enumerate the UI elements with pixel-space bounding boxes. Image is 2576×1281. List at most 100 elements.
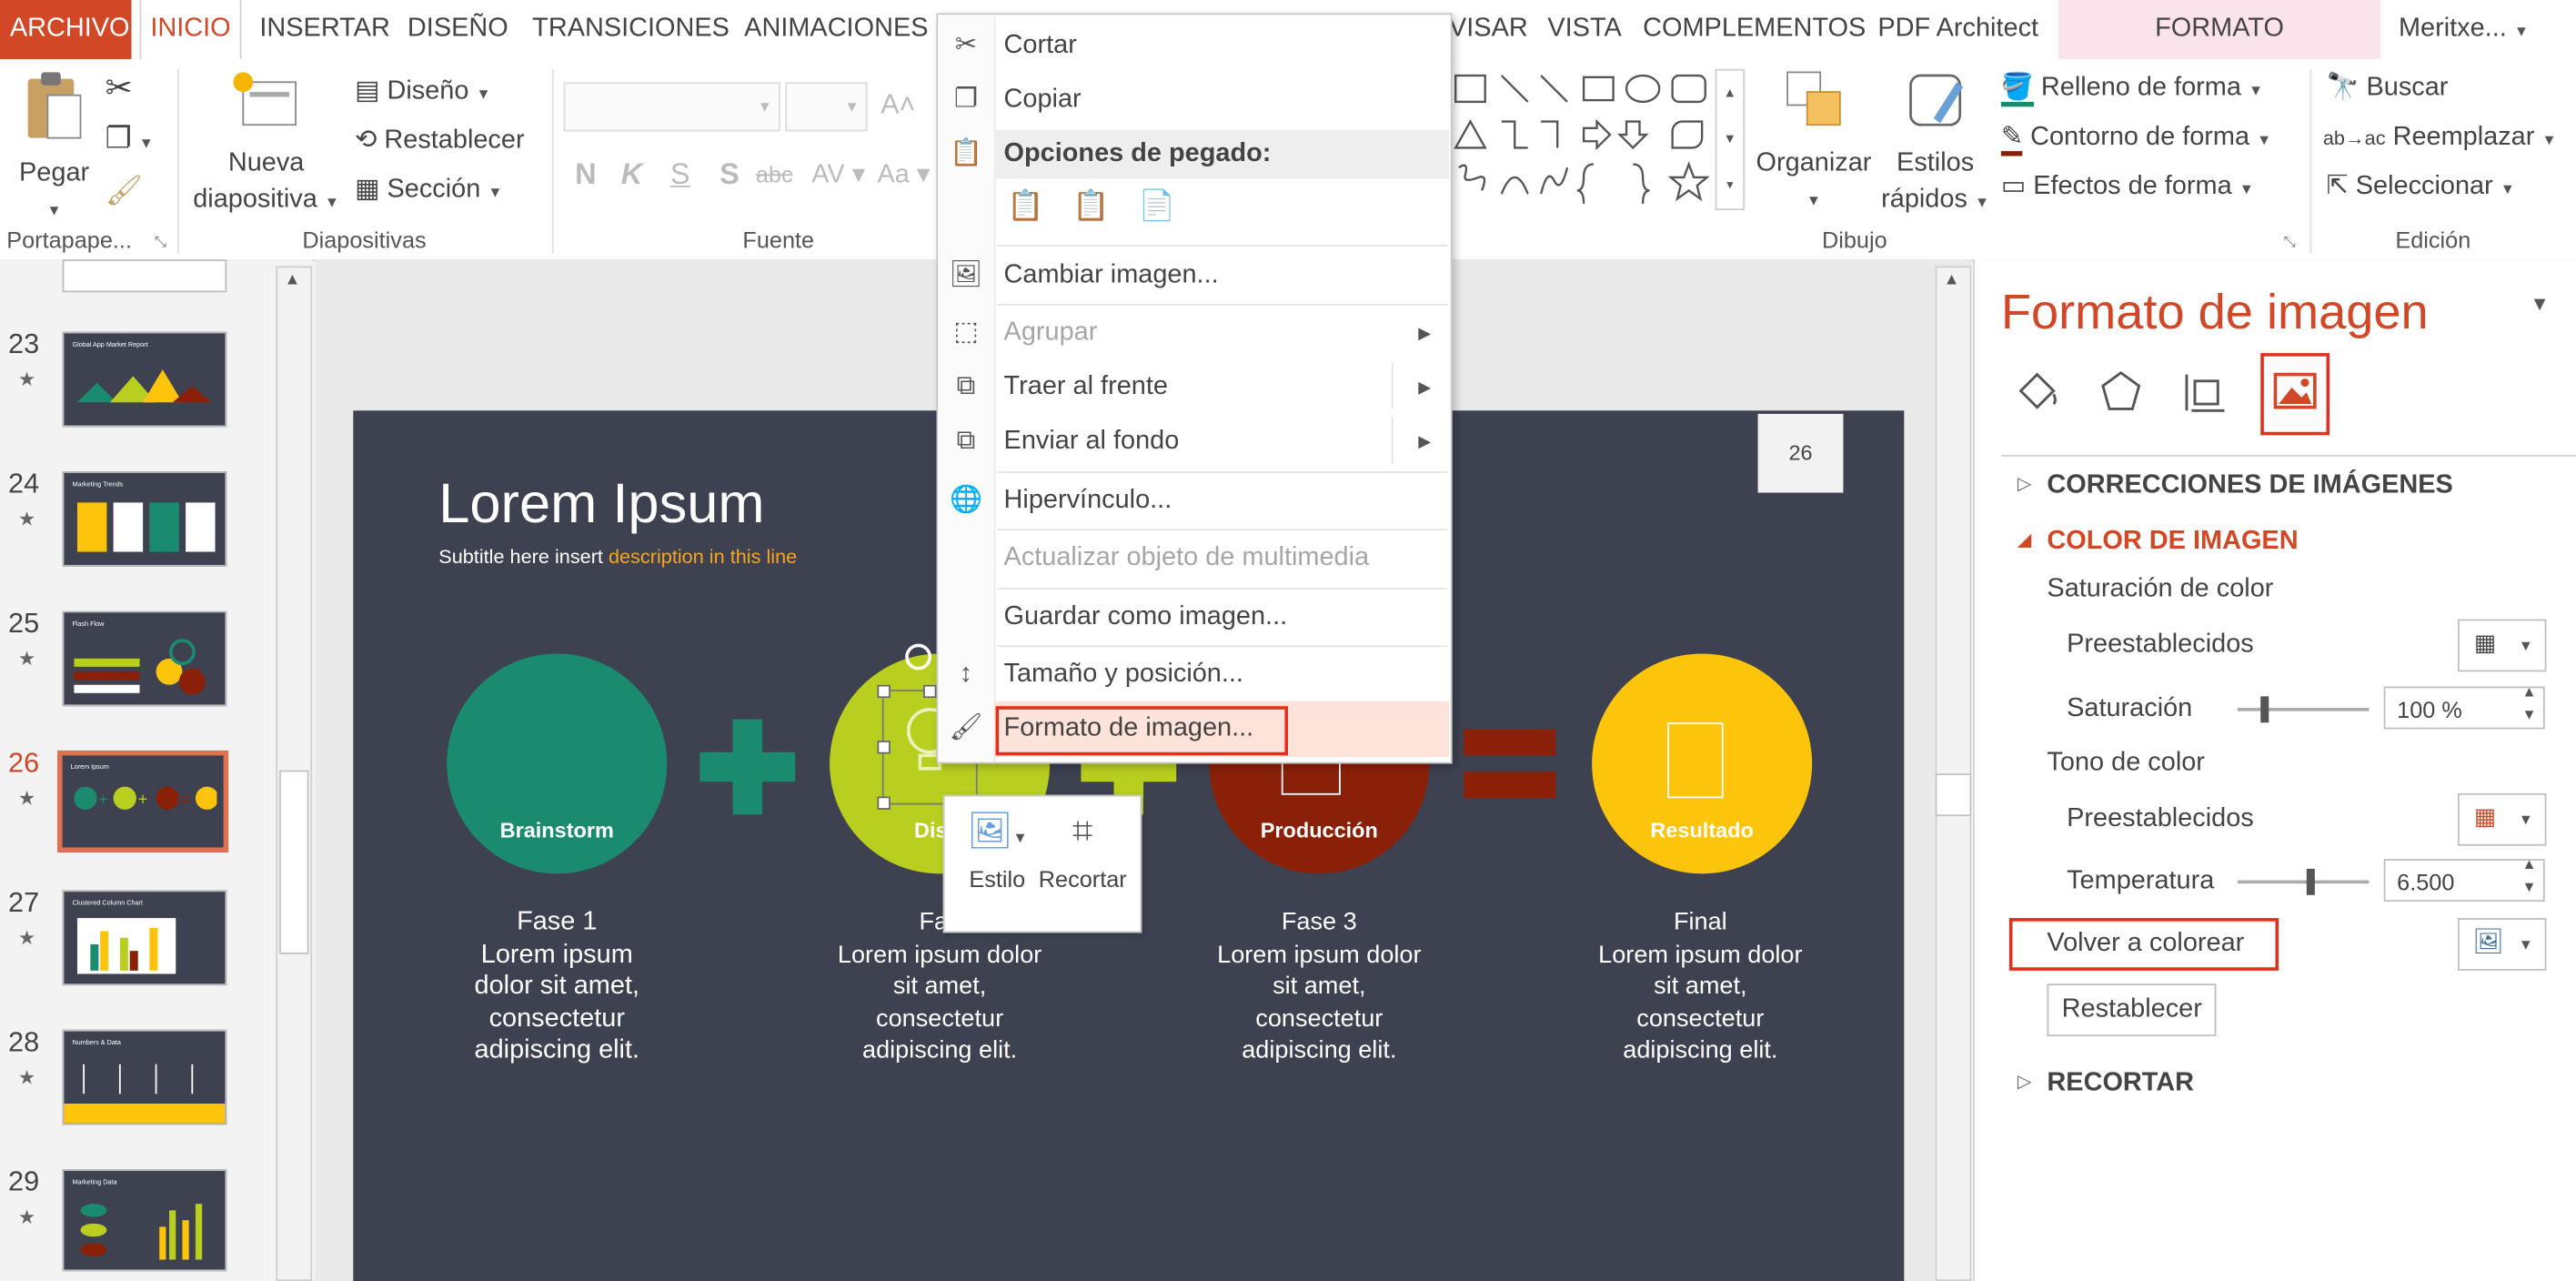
slide-subtitle[interactable]: Subtitle here insert description in this… bbox=[438, 545, 797, 568]
size-properties-tab[interactable] bbox=[2182, 368, 2229, 414]
reset-button[interactable]: ⟲ Restablecer bbox=[355, 125, 524, 157]
scrollbar-thumb[interactable] bbox=[279, 770, 309, 954]
tab-revisar[interactable]: VISAR bbox=[1449, 0, 1528, 59]
tab-inicio[interactable]: INICIO bbox=[139, 0, 242, 61]
user-account[interactable]: Meritxe... ▼ bbox=[2399, 0, 2529, 59]
temperature-slider[interactable] bbox=[2237, 868, 2370, 895]
section-button[interactable]: ▦ Sección ▼ bbox=[355, 174, 502, 208]
layout-button[interactable]: ▤ Diseño ▼ bbox=[355, 76, 490, 110]
plus-sign[interactable] bbox=[699, 719, 796, 815]
spinner-arrows-icon[interactable]: ▲ ▼ bbox=[2522, 852, 2537, 899]
select-button[interactable]: ⇱ Seleccionar ▼ bbox=[2326, 171, 2514, 206]
cut-button[interactable]: ✂ bbox=[106, 72, 133, 108]
menu-item-cambiar-imagen[interactable]: Cambiar imagen... bbox=[1004, 261, 1219, 290]
menu-item-actualizar[interactable]: Actualizar objeto de multimedia bbox=[1004, 543, 1370, 572]
slide-title[interactable]: Lorem Ipsum bbox=[438, 473, 764, 537]
reset-color-button[interactable]: Restablecer bbox=[2047, 983, 2218, 1037]
editor-scrollbar[interactable]: ▲ bbox=[1935, 266, 1972, 1281]
style-button[interactable]: 🖼▼ Estilo bbox=[961, 810, 1033, 924]
font-name-combo[interactable]: ▼ bbox=[563, 82, 780, 132]
fill-line-tab[interactable] bbox=[2014, 368, 2060, 414]
underline-icon[interactable]: S bbox=[670, 157, 690, 192]
shapes-gallery-scroll[interactable]: ▲ ▼ ▾ bbox=[1715, 68, 1746, 211]
shapes-gallery[interactable] bbox=[1453, 69, 1716, 207]
section-recortar[interactable]: RECORTAR bbox=[2047, 1069, 2194, 1098]
menu-item-tamano-posicion[interactable]: Tamaño y posición... bbox=[1004, 661, 1243, 690]
new-slide-button[interactable]: Nueva diapositiva ▼ bbox=[187, 69, 345, 220]
scroll-up-icon[interactable]: ▲ bbox=[1944, 271, 1960, 289]
tab-archivo[interactable]: ARCHIVO bbox=[0, 0, 132, 59]
quick-styles-button[interactable]: Estilos rápidos ▼ bbox=[1879, 69, 1991, 220]
temperature-spinner[interactable]: 6.500 ▲ ▼ bbox=[2383, 855, 2545, 903]
copy-button[interactable]: ❐ ▼ bbox=[106, 122, 154, 160]
find-button[interactable]: 🔭 Buscar bbox=[2326, 72, 2448, 105]
thumbnails-scrollbar[interactable]: ▲ bbox=[276, 266, 313, 1281]
strikethrough-icon[interactable]: abc bbox=[756, 161, 793, 187]
grow-font-icon[interactable]: A˄ bbox=[880, 88, 915, 121]
saturation-presets-dropdown[interactable]: ▦ ▼ bbox=[2457, 619, 2547, 672]
menu-item-hipervinculo[interactable]: Hipervínculo... bbox=[1004, 486, 1172, 515]
shadow-icon[interactable]: S bbox=[719, 157, 740, 192]
phase-4[interactable]: Final Lorem ipsum dolor sit amet, consect… bbox=[1569, 906, 1832, 1066]
change-case-icon[interactable]: Aa ▾ bbox=[877, 157, 930, 190]
tab-complementos[interactable]: COMPLEMENTOS bbox=[1643, 0, 1866, 59]
slide-thumbnail[interactable]: Flash Flow bbox=[62, 610, 227, 707]
paste-text-only-icon[interactable]: 📄 bbox=[1139, 189, 1182, 236]
paste-keep-formatting-icon[interactable]: 📋 bbox=[1007, 189, 1050, 236]
phase-3[interactable]: Fase 3 Lorem ipsum dolor sit amet, consec… bbox=[1188, 906, 1451, 1066]
slider-thumb[interactable] bbox=[2260, 696, 2269, 723]
menu-item-copiar[interactable]: Copiar bbox=[1004, 86, 1082, 115]
menu-item-agrupar[interactable]: Agrupar bbox=[1004, 318, 1098, 348]
bold-icon[interactable]: N bbox=[575, 157, 596, 192]
collapse-arrow-icon[interactable]: ◢ bbox=[2018, 529, 2031, 550]
slider-thumb[interactable] bbox=[2306, 868, 2315, 895]
equals-sign-top[interactable] bbox=[1464, 729, 1556, 756]
menu-item-cortar[interactable]: Cortar bbox=[1004, 31, 1077, 60]
crop-button[interactable]: ⌗ Recortar bbox=[1033, 810, 1132, 924]
paste-picture-icon[interactable]: 📋 bbox=[1072, 189, 1115, 236]
menu-item-traer-frente[interactable]: Traer al frente bbox=[1004, 373, 1168, 402]
paste-button[interactable]: Pegar ▼ bbox=[13, 69, 95, 228]
shape-effects-button[interactable]: ▭ Efectos de forma ▼ bbox=[2001, 171, 2254, 206]
tab-animaciones[interactable]: ANIMACIONES bbox=[744, 0, 928, 59]
tab-formato[interactable]: FORMATO bbox=[2058, 0, 2381, 59]
slide-thumbnail-partial[interactable] bbox=[62, 259, 227, 293]
recolor-dropdown[interactable]: 🖼 ▼ bbox=[2457, 918, 2547, 971]
tone-presets-dropdown[interactable]: ▦ ▼ bbox=[2457, 792, 2547, 846]
scroll-up-icon[interactable]: ▲ bbox=[284, 271, 300, 289]
char-spacing-icon[interactable]: AV ▾ bbox=[811, 157, 865, 190]
scrollbar-thumb[interactable] bbox=[1935, 773, 1972, 817]
dialog-launcher-icon[interactable]: ⤡ bbox=[155, 233, 166, 251]
tab-insertar[interactable]: INSERTAR bbox=[259, 0, 389, 59]
pane-options-icon[interactable]: ▼ bbox=[2530, 292, 2549, 315]
tab-diseno[interactable]: DISEÑO bbox=[408, 0, 508, 59]
phase-1[interactable]: Fase 1 Lorem ipsum dolor sit amet, consec… bbox=[426, 906, 689, 1066]
slide-thumbnail[interactable]: Numbers & Data bbox=[62, 1029, 227, 1125]
tab-vista[interactable]: VISTA bbox=[1547, 0, 1621, 59]
expand-arrow-icon[interactable]: ▷ bbox=[2018, 473, 2031, 495]
section-color-imagen[interactable]: COLOR DE IMAGEN bbox=[2047, 527, 2298, 556]
dialog-launcher-icon[interactable]: ⤡ bbox=[2284, 233, 2296, 251]
effects-tab[interactable] bbox=[2098, 368, 2144, 414]
slide-thumbnail[interactable]: Clustered Column Chart bbox=[62, 890, 227, 986]
slide-thumbnail[interactable]: Marketing Trends bbox=[62, 471, 227, 567]
shape-fill-button[interactable]: 🪣 Relleno de forma ▼ bbox=[2000, 72, 2263, 107]
saturation-spinner[interactable]: 100 % ▲ ▼ bbox=[2383, 683, 2545, 730]
spinner-arrows-icon[interactable]: ▲ ▼ bbox=[2522, 680, 2537, 726]
shape-outline-button[interactable]: ✎ Contorno de forma ▼ bbox=[2000, 122, 2271, 156]
slide-thumbnail[interactable]: Marketing Data bbox=[62, 1169, 227, 1272]
replace-button[interactable]: ab→ac Reemplazar ▼ bbox=[2323, 122, 2557, 156]
tab-transiciones[interactable]: TRANSICIONES bbox=[532, 0, 730, 59]
tab-pdf-architect[interactable]: PDF Architect bbox=[1877, 0, 2038, 59]
section-correcciones[interactable]: CORRECCIONES DE IMÁGENES bbox=[2047, 471, 2452, 500]
slide-thumbnail[interactable]: Global App Market Report bbox=[62, 331, 227, 428]
expand-arrow-icon[interactable]: ▷ bbox=[2018, 1071, 2031, 1093]
italic-icon[interactable]: K bbox=[621, 157, 642, 192]
saturation-slider[interactable] bbox=[2237, 696, 2370, 723]
submenu-arrow-icon[interactable]: ▶ bbox=[1418, 379, 1431, 398]
format-painter-button[interactable]: 🖌 bbox=[106, 174, 143, 210]
rotate-handle-icon[interactable] bbox=[905, 643, 932, 671]
menu-item-enviar-fondo[interactable]: Enviar al fondo bbox=[1004, 427, 1180, 456]
arrange-button[interactable]: Organizar ▼ bbox=[1751, 69, 1876, 218]
font-size-combo[interactable]: ▼ bbox=[785, 82, 868, 132]
